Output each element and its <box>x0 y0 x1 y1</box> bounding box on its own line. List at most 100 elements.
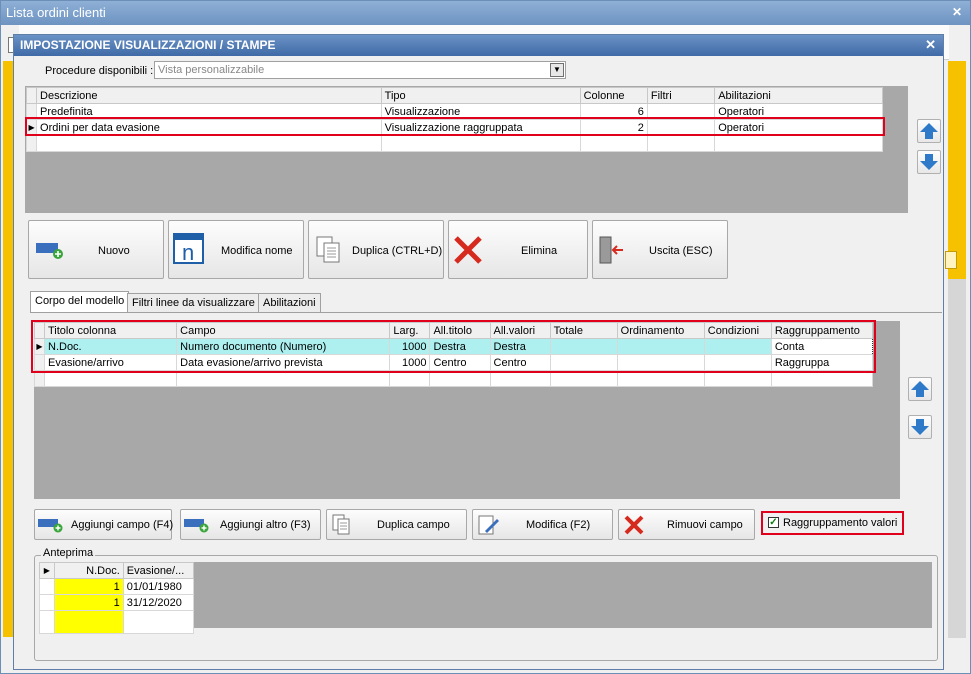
col-header[interactable]: Campo <box>176 322 391 339</box>
col-header[interactable]: Larg. <box>389 322 431 339</box>
table-row-selected[interactable]: ▶ Ordini per data evasione Visualizzazio… <box>25 119 883 136</box>
cell: 1 <box>53 594 124 611</box>
cell[interactable]: Destra <box>489 338 551 355</box>
cell[interactable]: Visualizzazione raggruppata <box>380 119 581 136</box>
cell[interactable]: N.Doc. <box>43 338 178 355</box>
row-pointer-icon: ▶ <box>25 119 38 136</box>
svg-text:n: n <box>182 240 194 265</box>
cell[interactable] <box>616 354 705 371</box>
col-header[interactable]: Raggruppamento <box>770 322 874 339</box>
cell[interactable]: Numero documento (Numero) <box>176 338 391 355</box>
grouping-checkbox[interactable]: ✓ <box>768 517 779 528</box>
move-column-down-button[interactable] <box>908 415 932 439</box>
col-header[interactable]: Titolo colonna <box>43 322 178 339</box>
cell: 1 <box>53 578 124 595</box>
delete-button[interactable]: Elimina <box>448 220 588 279</box>
arrow-up-icon <box>911 381 929 397</box>
col-header[interactable]: Colonne <box>579 87 648 104</box>
table-row[interactable]: Predefinita Visualizzazione 6 Operatori <box>25 103 883 120</box>
col-header[interactable]: Abilitazioni <box>714 87 883 104</box>
cell[interactable]: 1000 <box>389 354 431 371</box>
duplicate-icon <box>332 514 350 535</box>
cell[interactable]: Visualizzazione <box>380 103 581 120</box>
col-header[interactable]: Filtri <box>646 87 716 104</box>
rename-button[interactable]: n Modifica nome <box>168 220 304 279</box>
col-header[interactable]: Condizioni <box>703 322 772 339</box>
grouping-label[interactable]: Raggruppamento valori <box>783 517 897 529</box>
cell[interactable]: Conta <box>770 338 874 355</box>
dialog-title: IMPOSTAZIONE VISUALIZZAZIONI / STAMPE <box>14 35 943 56</box>
arrow-down-icon <box>911 419 929 435</box>
col-header[interactable]: All.titolo <box>429 322 491 339</box>
cell[interactable]: Ordini per data evasione <box>36 119 382 136</box>
outer-right-field[interactable] <box>945 251 957 269</box>
table-row-selected[interactable]: ▶ N.Doc. Numero documento (Numero) 1000 … <box>34 338 874 355</box>
col-header: N.Doc. <box>53 562 124 579</box>
delete-icon <box>454 236 482 264</box>
col-header[interactable]: Ordinamento <box>616 322 705 339</box>
cell[interactable]: Predefinita <box>36 103 382 120</box>
edit-field-button[interactable]: Modifica (F2) <box>472 509 613 540</box>
exit-door-icon <box>599 236 623 264</box>
cell[interactable] <box>549 354 618 371</box>
col-header[interactable]: All.valori <box>489 322 551 339</box>
procedure-value: Vista personalizzabile <box>158 64 265 76</box>
add-other-button[interactable]: Aggiungi altro (F3) <box>180 509 321 540</box>
col-header[interactable]: Descrizione <box>36 87 382 104</box>
cell[interactable] <box>549 338 618 355</box>
cell[interactable]: Centro <box>429 354 491 371</box>
move-down-button[interactable] <box>917 150 941 174</box>
add-field-button[interactable]: Aggiungi campo (F4) <box>34 509 173 540</box>
columns-table: Titolo colonna Campo Larg. All.titolo Al… <box>34 322 874 387</box>
col-header[interactable]: Totale <box>549 322 618 339</box>
cell[interactable] <box>646 103 716 120</box>
cell[interactable]: Centro <box>489 354 551 371</box>
exit-button[interactable]: Uscita (ESC) <box>592 220 728 279</box>
cell[interactable]: Data evasione/arrivo prevista <box>176 354 391 371</box>
cell[interactable]: Destra <box>429 338 491 355</box>
duplicate-icon <box>316 236 340 263</box>
outer-close-icon[interactable]: ✕ <box>952 5 962 19</box>
cell[interactable] <box>646 119 716 136</box>
tab-line-filters[interactable]: Filtri linee da visualizzare <box>127 293 260 313</box>
cell[interactable] <box>703 354 772 371</box>
remove-field-button[interactable]: Rimuovi campo <box>618 509 755 540</box>
new-button[interactable]: Nuovo <box>28 220 164 279</box>
move-up-button[interactable] <box>917 119 941 143</box>
cell[interactable]: Raggruppa <box>770 354 874 371</box>
cell[interactable]: 6 <box>579 103 648 120</box>
cell[interactable]: 1000 <box>389 338 431 355</box>
cell[interactable]: Operatori <box>714 103 883 120</box>
tab-model-body[interactable]: Corpo del modello <box>30 291 130 313</box>
edit-field-label: Modifica (F2) <box>526 519 591 531</box>
table-row[interactable]: Evasione/arrivo Data evasione/arrivo pre… <box>34 354 874 371</box>
table-row-empty[interactable] <box>34 370 874 387</box>
move-column-up-button[interactable] <box>908 377 932 401</box>
exit-button-label: Uscita (ESC) <box>649 245 713 257</box>
cell[interactable] <box>616 338 705 355</box>
add-icon <box>38 519 63 533</box>
remove-field-label: Rimuovi campo <box>667 519 743 531</box>
duplicate-field-button[interactable]: Duplica campo <box>326 509 467 540</box>
outer-right-gray-panel <box>948 279 966 649</box>
arrow-up-icon <box>920 123 938 139</box>
chevron-down-icon[interactable]: ▼ <box>550 63 564 77</box>
row-pointer-icon: ▶ <box>39 562 55 579</box>
table-row-empty[interactable] <box>25 135 883 152</box>
outer-window-title: Lista ordini clienti <box>1 1 970 25</box>
new-button-label: Nuovo <box>98 245 130 257</box>
cell: 31/12/2020 <box>122 594 195 611</box>
rename-icon: n <box>173 233 204 265</box>
cell[interactable]: Operatori <box>714 119 883 136</box>
dialog-close-icon[interactable]: ✕ <box>925 37 936 53</box>
preview-label: Anteprima <box>41 547 96 559</box>
tab-divider <box>30 312 942 313</box>
procedure-select[interactable]: Vista personalizzabile ▼ <box>154 61 566 79</box>
rename-button-label: Modifica nome <box>221 245 293 257</box>
cell[interactable]: 2 <box>579 119 648 136</box>
cell[interactable]: Evasione/arrivo <box>43 354 178 371</box>
duplicate-button[interactable]: Duplica (CTRL+D) <box>308 220 444 279</box>
col-header[interactable]: Tipo <box>380 87 581 104</box>
cell[interactable] <box>703 338 772 355</box>
tab-permissions[interactable]: Abilitazioni <box>258 293 321 313</box>
